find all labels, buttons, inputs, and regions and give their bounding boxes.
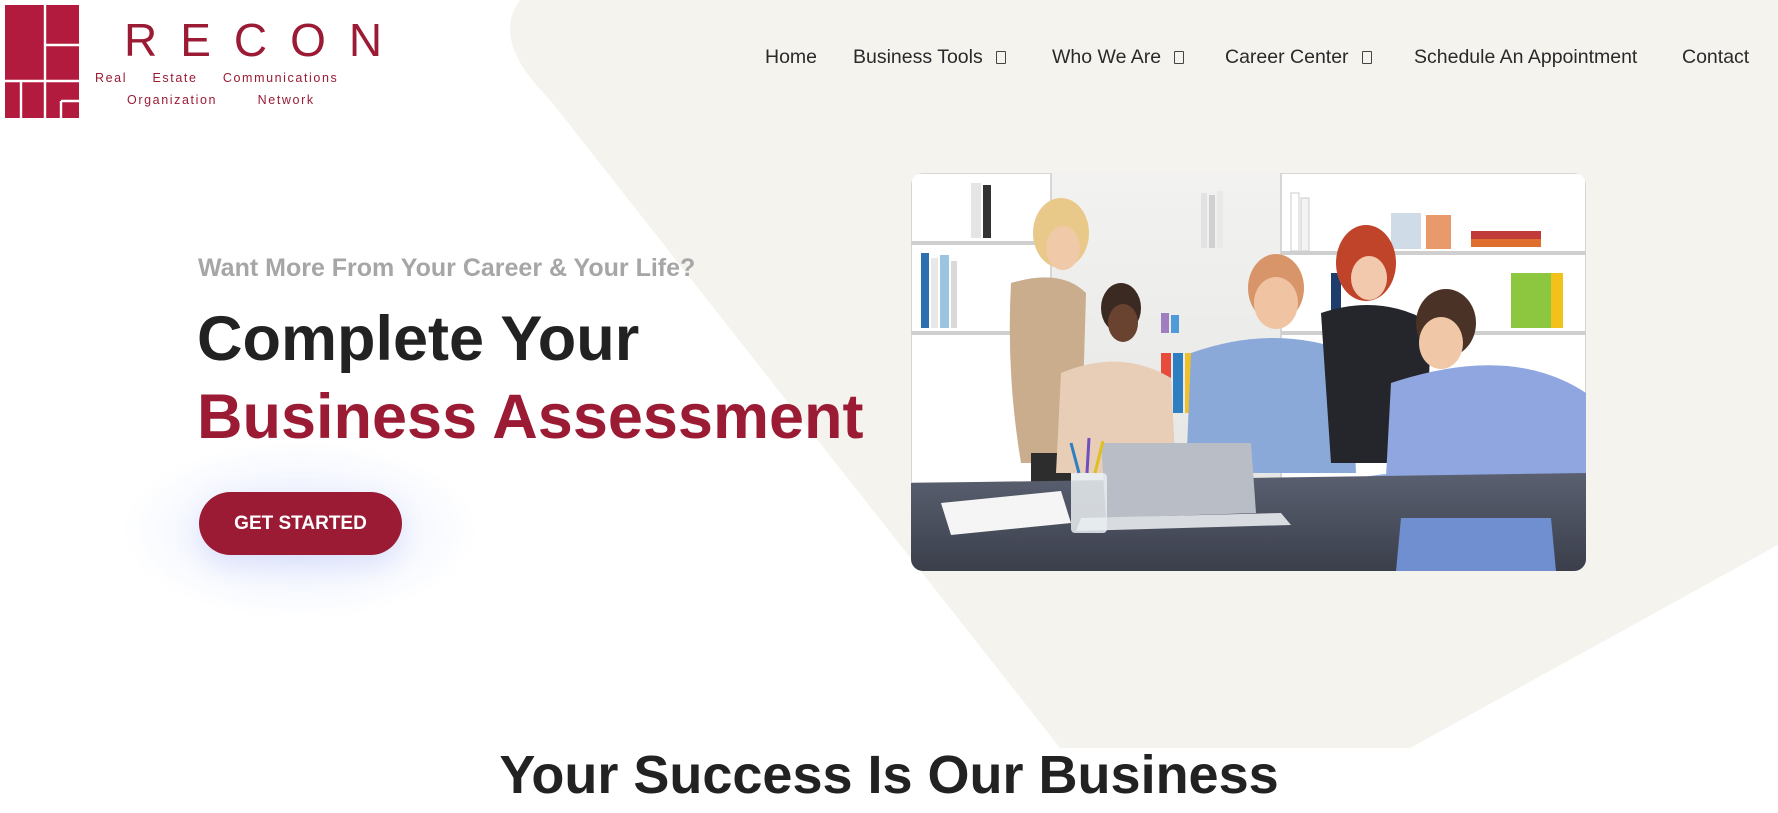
team-meeting-photo	[911, 173, 1586, 571]
hero-kicker: Want More From Your Career & Your Life?	[198, 254, 696, 282]
nav-label: Home	[765, 46, 818, 68]
logo-tagline-line2: Organization Network	[127, 93, 315, 107]
main-nav: Home Business Tools Who We Are Career Ce…	[760, 46, 1778, 76]
logo-tagline-line1: Real Estate Communications	[95, 71, 339, 85]
hero-title-line2: Business Assessment	[197, 382, 864, 452]
nav-label: Career Center	[1225, 46, 1349, 68]
nav-item-career-center[interactable]: Career Center	[1225, 46, 1372, 69]
nav-item-contact[interactable]: Contact	[1682, 46, 1749, 69]
logo-wordmark: RECON	[124, 14, 406, 66]
hero-image	[911, 173, 1586, 571]
nav-label: Who We Are	[1052, 46, 1162, 68]
dropdown-icon	[1174, 51, 1185, 64]
dropdown-icon	[995, 51, 1006, 64]
hero-title-line1: Complete Your	[197, 304, 640, 374]
nav-item-schedule-appointment[interactable]: Schedule An Appointment	[1414, 46, 1637, 69]
dropdown-icon	[1361, 51, 1372, 64]
section-title: Your Success Is Our Business	[499, 745, 1279, 805]
nav-label: Business Tools	[853, 46, 983, 68]
nav-label: Contact	[1682, 46, 1750, 68]
nav-item-home[interactable]: Home	[765, 46, 817, 69]
nav-item-who-we-are[interactable]: Who We Are	[1052, 46, 1185, 69]
nav-item-business-tools[interactable]: Business Tools	[853, 46, 1006, 69]
logo-mark-icon	[5, 5, 79, 118]
nav-label: Schedule An Appointment	[1414, 46, 1638, 68]
logo[interactable]: RECON Real Estate Communications Organiz…	[5, 5, 405, 120]
get-started-button[interactable]: GET STARTED	[199, 492, 402, 555]
